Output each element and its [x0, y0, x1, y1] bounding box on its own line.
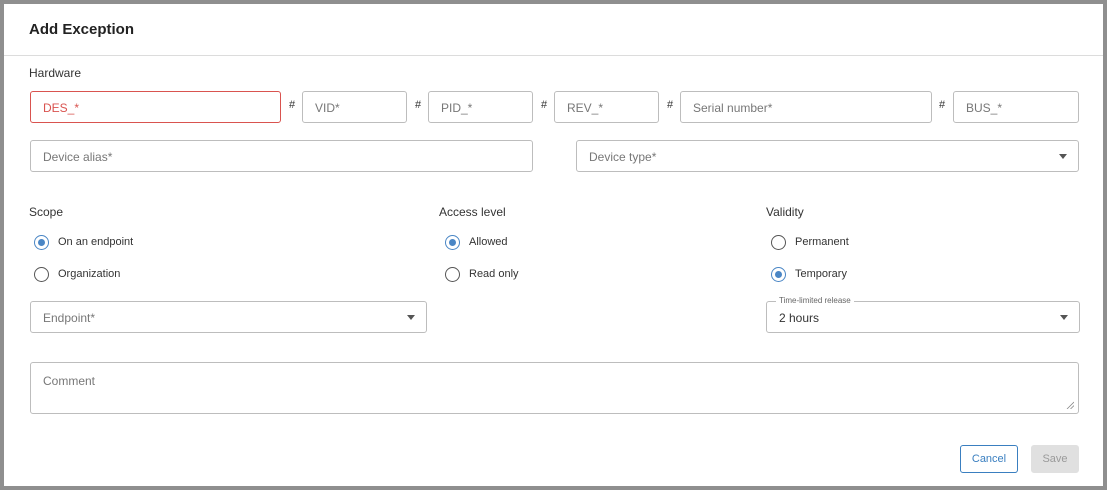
cancel-button[interactable]: Cancel: [960, 445, 1018, 473]
pid-input[interactable]: PID_*: [428, 91, 533, 123]
radio-checked-icon: [771, 266, 786, 282]
validity-radio-permanent[interactable]: Permanent: [771, 233, 849, 251]
endpoint-placeholder: Endpoint*: [43, 311, 96, 325]
chevron-down-icon: [1060, 315, 1068, 320]
chevron-down-icon: [407, 315, 415, 320]
radio-unchecked-icon: [445, 266, 460, 282]
dialog-header: Add Exception: [4, 4, 1103, 56]
time-limited-release-value: 2 hours: [779, 311, 820, 325]
separator-hash: #: [939, 99, 946, 111]
validity-radio-temporary[interactable]: Temporary: [771, 265, 847, 283]
separator-hash: #: [667, 99, 674, 111]
time-limited-release-label: Time-limited release: [776, 296, 854, 305]
separator-hash: #: [289, 99, 296, 111]
radio-label: Allowed: [469, 236, 508, 248]
device-alias-placeholder: Device alias*: [43, 150, 113, 164]
access-radio-read-only[interactable]: Read only: [445, 265, 519, 283]
device-alias-input[interactable]: Device alias*: [30, 140, 533, 172]
pid-placeholder: PID_*: [441, 101, 473, 115]
validity-label: Validity: [766, 205, 804, 219]
scope-radio-on-endpoint[interactable]: On an endpoint: [34, 233, 133, 251]
radio-label: On an endpoint: [58, 236, 134, 248]
serial-number-input[interactable]: Serial number*: [680, 91, 932, 123]
serial-number-placeholder: Serial number*: [693, 101, 773, 115]
device-type-select[interactable]: Device type*: [576, 140, 1079, 172]
dialog-title: Add Exception: [29, 21, 135, 38]
comment-placeholder: Comment: [43, 374, 96, 388]
add-exception-dialog: Add Exception Hardware DES_* # VID* # PI…: [4, 4, 1103, 486]
des-input[interactable]: DES_*: [30, 91, 281, 123]
endpoint-select[interactable]: Endpoint*: [30, 301, 427, 333]
resize-handle-icon[interactable]: [1066, 401, 1074, 409]
separator-hash: #: [415, 99, 422, 111]
bus-placeholder: BUS_*: [966, 101, 1003, 115]
scope-radio-organization[interactable]: Organization: [34, 265, 120, 283]
des-placeholder: DES_*: [43, 101, 80, 115]
radio-label: Organization: [58, 268, 121, 280]
hardware-label: Hardware: [29, 66, 82, 80]
radio-unchecked-icon: [34, 266, 49, 282]
vid-placeholder: VID*: [315, 101, 340, 115]
save-button[interactable]: Save: [1031, 445, 1079, 473]
bus-input[interactable]: BUS_*: [953, 91, 1079, 123]
separator-hash: #: [541, 99, 548, 111]
access-radio-allowed[interactable]: Allowed: [445, 233, 508, 251]
vid-input[interactable]: VID*: [302, 91, 407, 123]
rev-placeholder: REV_*: [567, 101, 604, 115]
scope-label: Scope: [29, 205, 64, 219]
radio-label: Temporary: [795, 268, 847, 280]
access-level-label: Access level: [439, 205, 506, 219]
comment-textarea[interactable]: Comment: [30, 362, 1079, 414]
time-limited-release-select[interactable]: Time-limited release 2 hours: [766, 296, 1080, 333]
radio-label: Permanent: [795, 236, 849, 248]
radio-unchecked-icon: [771, 234, 786, 250]
device-type-placeholder: Device type*: [589, 150, 657, 164]
radio-checked-icon: [34, 234, 49, 250]
chevron-down-icon: [1059, 154, 1067, 159]
radio-label: Read only: [469, 268, 519, 280]
rev-input[interactable]: REV_*: [554, 91, 659, 123]
radio-checked-icon: [445, 234, 460, 250]
